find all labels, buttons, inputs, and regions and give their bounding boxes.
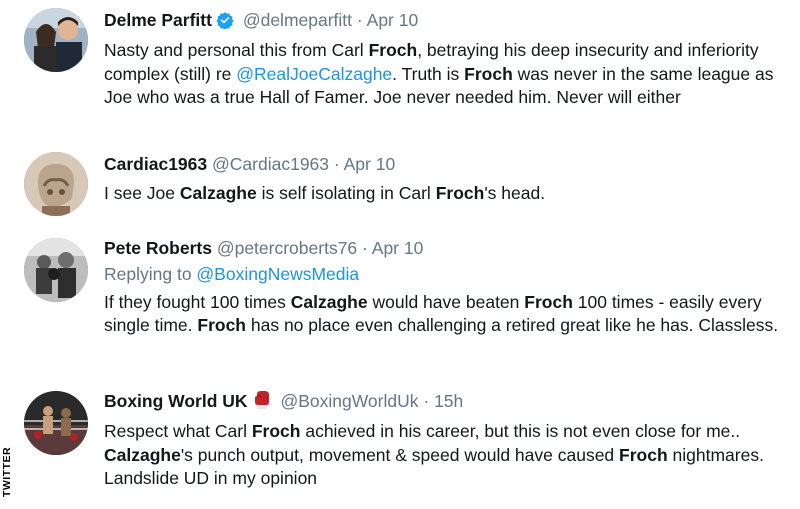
avatar-boxing-ring-photo	[24, 391, 88, 455]
user-handle[interactable]: @BoxingWorldUk	[280, 391, 418, 411]
replying-to-link[interactable]: @BoxingNewsMedia	[196, 264, 359, 284]
highlighted-keyword: Froch	[435, 183, 485, 203]
tweet-text: Nasty and personal this from Carl Froch,…	[104, 39, 782, 110]
text-run: Nasty and personal this from Carl	[104, 40, 369, 60]
replying-to-label: Replying to	[104, 264, 197, 284]
text-run: . Truth is	[392, 63, 465, 84]
avatar[interactable]	[24, 8, 88, 72]
display-name[interactable]: Delme Parfitt	[104, 10, 212, 30]
text-run: Respect what Carl	[104, 421, 252, 441]
replying-to-line: Replying to @BoxingNewsMedia	[104, 263, 782, 287]
timestamp[interactable]: 15h	[434, 391, 463, 411]
highlighted-keyword: Froch	[464, 63, 513, 84]
avatar[interactable]	[24, 391, 88, 455]
tweet-header: Pete Roberts @petercroberts76 · Apr 10	[104, 236, 782, 260]
separator-dot: ·	[423, 391, 430, 411]
user-handle[interactable]: @Cardiac1963	[212, 154, 329, 174]
separator-dot: ·	[333, 154, 340, 174]
avatar[interactable]	[24, 238, 88, 302]
text-run: has no place even challenging a retired …	[246, 315, 779, 335]
highlighted-keyword: Froch	[524, 291, 573, 312]
text-run: 's head.	[484, 183, 546, 203]
timestamp[interactable]: Apr 10	[372, 238, 424, 258]
highlighted-keyword: Calzaghe	[290, 291, 368, 312]
text-run: is self isolating in Carl	[256, 183, 436, 203]
highlighted-keyword: Froch	[197, 315, 246, 335]
highlighted-keyword: Froch	[368, 40, 418, 60]
tweet-header: Boxing World UK @BoxingWorldUk · 15h	[104, 389, 782, 416]
avatar-boxer-bw-photo	[24, 238, 88, 302]
timestamp[interactable]: Apr 10	[367, 10, 419, 30]
mention-link[interactable]: @RealJoeCalzaghe	[236, 64, 392, 84]
twitter-watermark: TWITTER	[0, 438, 14, 506]
user-handle[interactable]: @petercroberts76	[217, 238, 357, 258]
separator-dot: ·	[362, 238, 368, 258]
text-run: would have beaten	[367, 291, 525, 312]
watermark-label: TWITTER	[1, 446, 13, 498]
display-name[interactable]: Pete Roberts	[104, 238, 212, 258]
tweet-text: I see Joe Calzaghe is self isolating in …	[104, 182, 782, 206]
avatar-couple-photo	[24, 8, 88, 72]
display-name[interactable]: Boxing World UK	[104, 391, 248, 411]
text-run: I see Joe	[104, 183, 180, 203]
user-handle[interactable]: @delmeparfitt	[243, 10, 352, 30]
avatar[interactable]	[24, 152, 88, 216]
avatar-boxing-glove-photo	[24, 152, 88, 216]
boxing-glove-icon	[254, 390, 270, 416]
text-run: If they fought 100 times	[104, 291, 291, 312]
tweet-text: If they fought 100 times Calzaghe would …	[104, 291, 782, 338]
tweet-header: Delme Parfitt @delmeparfitt · Apr 10	[104, 8, 782, 35]
tweet-header: Cardiac1963 @Cardiac1963 · Apr 10	[104, 152, 782, 176]
separator-dot: ·	[356, 10, 363, 30]
text-run: 's punch output, movement & speed would …	[180, 444, 620, 465]
text-run: achieved in his career, but this is not …	[300, 421, 741, 441]
tweet-text: Respect what Carl Froch achieved in his …	[104, 420, 782, 491]
highlighted-keyword: Froch	[251, 421, 301, 441]
verified-badge-icon	[216, 11, 234, 35]
highlighted-keyword: Calzaghe	[179, 183, 257, 203]
display-name[interactable]: Cardiac1963	[104, 154, 207, 174]
timestamp[interactable]: Apr 10	[344, 154, 396, 174]
highlighted-keyword: Calzaghe	[104, 444, 181, 465]
highlighted-keyword: Froch	[619, 444, 668, 465]
